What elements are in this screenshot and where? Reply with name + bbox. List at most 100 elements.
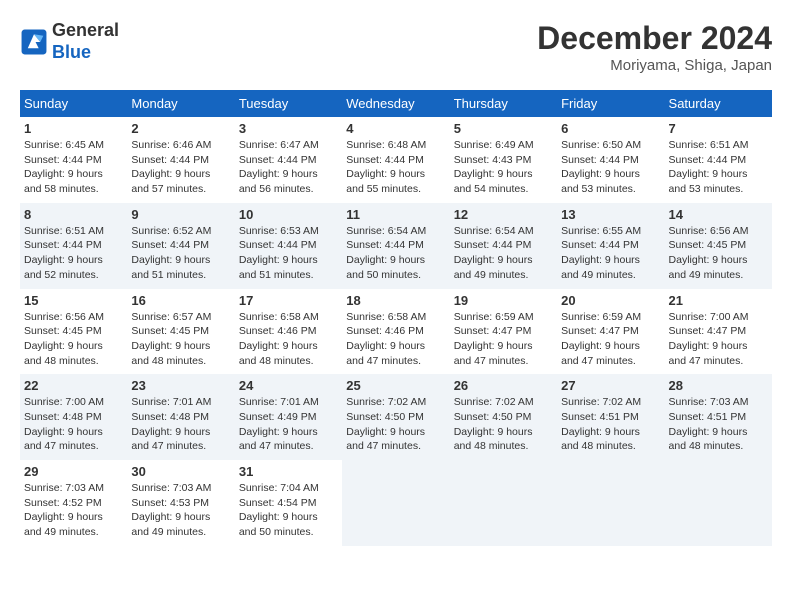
calendar-cell: 4 Sunrise: 6:48 AM Sunset: 4:44 PM Dayli… [342, 117, 449, 203]
calendar-cell [557, 460, 664, 546]
day-number: 19 [454, 293, 553, 308]
day-number: 4 [346, 121, 445, 136]
calendar-cell: 9 Sunrise: 6:52 AM Sunset: 4:44 PM Dayli… [127, 203, 234, 289]
calendar-cell [342, 460, 449, 546]
calendar-cell: 31 Sunrise: 7:04 AM Sunset: 4:54 PM Dayl… [235, 460, 342, 546]
logo-line1: General [52, 20, 119, 42]
day-number: 21 [669, 293, 768, 308]
calendar-cell: 28 Sunrise: 7:03 AM Sunset: 4:51 PM Dayl… [665, 374, 772, 460]
day-info: Sunrise: 6:57 AM Sunset: 4:45 PM Dayligh… [131, 310, 230, 369]
title-block: December 2024 Moriyama, Shiga, Japan [537, 20, 772, 74]
calendar-cell: 24 Sunrise: 7:01 AM Sunset: 4:49 PM Dayl… [235, 374, 342, 460]
day-number: 11 [346, 207, 445, 222]
calendar-cell: 17 Sunrise: 6:58 AM Sunset: 4:46 PM Dayl… [235, 289, 342, 375]
day-info: Sunrise: 7:00 AM Sunset: 4:48 PM Dayligh… [24, 395, 123, 454]
calendar-cell: 21 Sunrise: 7:00 AM Sunset: 4:47 PM Dayl… [665, 289, 772, 375]
calendar-cell [450, 460, 557, 546]
day-number: 6 [561, 121, 660, 136]
day-info: Sunrise: 6:59 AM Sunset: 4:47 PM Dayligh… [561, 310, 660, 369]
day-number: 12 [454, 207, 553, 222]
day-info: Sunrise: 6:51 AM Sunset: 4:44 PM Dayligh… [24, 224, 123, 283]
day-number: 25 [346, 378, 445, 393]
calendar-body: 1 Sunrise: 6:45 AM Sunset: 4:44 PM Dayli… [20, 117, 772, 546]
calendar-cell: 3 Sunrise: 6:47 AM Sunset: 4:44 PM Dayli… [235, 117, 342, 203]
day-info: Sunrise: 7:01 AM Sunset: 4:48 PM Dayligh… [131, 395, 230, 454]
day-info: Sunrise: 6:53 AM Sunset: 4:44 PM Dayligh… [239, 224, 338, 283]
day-info: Sunrise: 7:03 AM Sunset: 4:53 PM Dayligh… [131, 481, 230, 540]
day-number: 10 [239, 207, 338, 222]
calendar-cell: 18 Sunrise: 6:58 AM Sunset: 4:46 PM Dayl… [342, 289, 449, 375]
calendar-cell [665, 460, 772, 546]
calendar-header-row: SundayMondayTuesdayWednesdayThursdayFrid… [20, 90, 772, 117]
weekday-header: Sunday [20, 90, 127, 117]
calendar-cell: 29 Sunrise: 7:03 AM Sunset: 4:52 PM Dayl… [20, 460, 127, 546]
day-number: 17 [239, 293, 338, 308]
day-number: 26 [454, 378, 553, 393]
calendar-cell: 13 Sunrise: 6:55 AM Sunset: 4:44 PM Dayl… [557, 203, 664, 289]
day-info: Sunrise: 6:52 AM Sunset: 4:44 PM Dayligh… [131, 224, 230, 283]
day-number: 1 [24, 121, 123, 136]
logo-line2: Blue [52, 42, 119, 64]
month-title: December 2024 [537, 20, 772, 57]
calendar-cell: 22 Sunrise: 7:00 AM Sunset: 4:48 PM Dayl… [20, 374, 127, 460]
day-info: Sunrise: 6:55 AM Sunset: 4:44 PM Dayligh… [561, 224, 660, 283]
calendar-cell: 12 Sunrise: 6:54 AM Sunset: 4:44 PM Dayl… [450, 203, 557, 289]
day-info: Sunrise: 6:51 AM Sunset: 4:44 PM Dayligh… [669, 138, 768, 197]
day-number: 22 [24, 378, 123, 393]
day-info: Sunrise: 7:04 AM Sunset: 4:54 PM Dayligh… [239, 481, 338, 540]
day-info: Sunrise: 6:58 AM Sunset: 4:46 PM Dayligh… [346, 310, 445, 369]
day-number: 14 [669, 207, 768, 222]
calendar-cell: 2 Sunrise: 6:46 AM Sunset: 4:44 PM Dayli… [127, 117, 234, 203]
calendar-week-row: 8 Sunrise: 6:51 AM Sunset: 4:44 PM Dayli… [20, 203, 772, 289]
day-number: 23 [131, 378, 230, 393]
day-info: Sunrise: 7:03 AM Sunset: 4:51 PM Dayligh… [669, 395, 768, 454]
day-info: Sunrise: 6:48 AM Sunset: 4:44 PM Dayligh… [346, 138, 445, 197]
day-info: Sunrise: 6:56 AM Sunset: 4:45 PM Dayligh… [669, 224, 768, 283]
calendar-table: SundayMondayTuesdayWednesdayThursdayFrid… [20, 90, 772, 546]
day-number: 8 [24, 207, 123, 222]
day-number: 27 [561, 378, 660, 393]
day-number: 9 [131, 207, 230, 222]
calendar-cell: 1 Sunrise: 6:45 AM Sunset: 4:44 PM Dayli… [20, 117, 127, 203]
day-info: Sunrise: 6:47 AM Sunset: 4:44 PM Dayligh… [239, 138, 338, 197]
day-info: Sunrise: 7:02 AM Sunset: 4:51 PM Dayligh… [561, 395, 660, 454]
day-number: 3 [239, 121, 338, 136]
calendar-week-row: 15 Sunrise: 6:56 AM Sunset: 4:45 PM Dayl… [20, 289, 772, 375]
day-number: 16 [131, 293, 230, 308]
day-info: Sunrise: 6:56 AM Sunset: 4:45 PM Dayligh… [24, 310, 123, 369]
day-number: 29 [24, 464, 123, 479]
calendar-cell: 27 Sunrise: 7:02 AM Sunset: 4:51 PM Dayl… [557, 374, 664, 460]
day-info: Sunrise: 6:49 AM Sunset: 4:43 PM Dayligh… [454, 138, 553, 197]
page-header: General Blue December 2024 Moriyama, Shi… [20, 20, 772, 74]
day-number: 13 [561, 207, 660, 222]
day-info: Sunrise: 6:50 AM Sunset: 4:44 PM Dayligh… [561, 138, 660, 197]
calendar-cell: 30 Sunrise: 7:03 AM Sunset: 4:53 PM Dayl… [127, 460, 234, 546]
calendar-cell: 6 Sunrise: 6:50 AM Sunset: 4:44 PM Dayli… [557, 117, 664, 203]
day-number: 7 [669, 121, 768, 136]
day-number: 28 [669, 378, 768, 393]
day-info: Sunrise: 6:46 AM Sunset: 4:44 PM Dayligh… [131, 138, 230, 197]
calendar-cell: 16 Sunrise: 6:57 AM Sunset: 4:45 PM Dayl… [127, 289, 234, 375]
calendar-cell: 20 Sunrise: 6:59 AM Sunset: 4:47 PM Dayl… [557, 289, 664, 375]
calendar-cell: 23 Sunrise: 7:01 AM Sunset: 4:48 PM Dayl… [127, 374, 234, 460]
calendar-cell: 8 Sunrise: 6:51 AM Sunset: 4:44 PM Dayli… [20, 203, 127, 289]
day-number: 24 [239, 378, 338, 393]
day-info: Sunrise: 7:03 AM Sunset: 4:52 PM Dayligh… [24, 481, 123, 540]
day-info: Sunrise: 7:01 AM Sunset: 4:49 PM Dayligh… [239, 395, 338, 454]
weekday-header: Saturday [665, 90, 772, 117]
weekday-header: Wednesday [342, 90, 449, 117]
weekday-header: Monday [127, 90, 234, 117]
day-number: 2 [131, 121, 230, 136]
calendar-week-row: 29 Sunrise: 7:03 AM Sunset: 4:52 PM Dayl… [20, 460, 772, 546]
calendar-cell: 19 Sunrise: 6:59 AM Sunset: 4:47 PM Dayl… [450, 289, 557, 375]
day-number: 18 [346, 293, 445, 308]
weekday-header: Friday [557, 90, 664, 117]
day-info: Sunrise: 7:02 AM Sunset: 4:50 PM Dayligh… [346, 395, 445, 454]
calendar-week-row: 1 Sunrise: 6:45 AM Sunset: 4:44 PM Dayli… [20, 117, 772, 203]
day-number: 5 [454, 121, 553, 136]
day-info: Sunrise: 6:54 AM Sunset: 4:44 PM Dayligh… [454, 224, 553, 283]
calendar-cell: 14 Sunrise: 6:56 AM Sunset: 4:45 PM Dayl… [665, 203, 772, 289]
location: Moriyama, Shiga, Japan [537, 57, 772, 74]
calendar-cell: 7 Sunrise: 6:51 AM Sunset: 4:44 PM Dayli… [665, 117, 772, 203]
calendar-cell: 15 Sunrise: 6:56 AM Sunset: 4:45 PM Dayl… [20, 289, 127, 375]
